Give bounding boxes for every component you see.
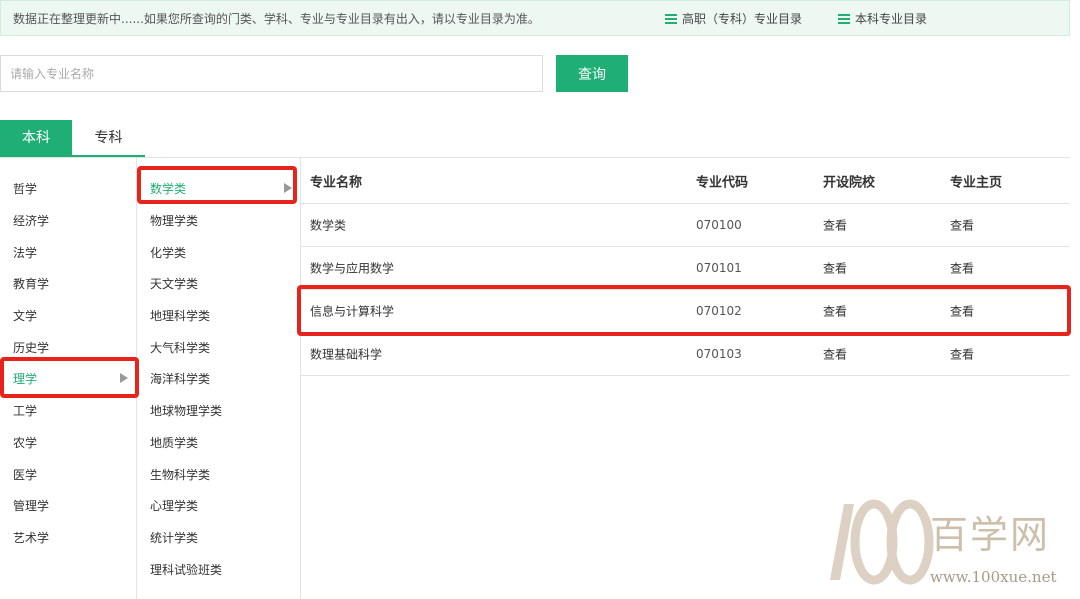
major-name: 数理基础科学 xyxy=(310,347,383,362)
highlight-box-subject xyxy=(137,166,297,204)
view-homepage-link[interactable]: 查看 xyxy=(950,346,974,363)
undergraduate-catalog-link[interactable]: 本科专业目录 xyxy=(838,10,927,27)
svg-text:百学网: 百学网 xyxy=(930,513,1050,557)
subject-item[interactable]: 生物科学类 xyxy=(150,466,210,483)
subject-item[interactable]: 心理学类 xyxy=(150,497,198,514)
discipline-item[interactable]: 法学 xyxy=(13,244,37,261)
view-homepage-link[interactable]: 查看 xyxy=(950,217,974,234)
subject-item[interactable]: 地理科学类 xyxy=(150,307,210,324)
table-row: 数学与应用数学 070101 查看 查看 xyxy=(301,247,1070,290)
subject-item[interactable]: 海洋科学类 xyxy=(150,370,210,387)
discipline-item[interactable]: 历史学 xyxy=(13,339,49,356)
vocational-catalog-label: 高职（专科）专业目录 xyxy=(682,12,803,26)
discipline-item[interactable]: 医学 xyxy=(13,466,37,483)
discipline-item[interactable]: 艺术学 xyxy=(13,529,49,546)
view-schools-link[interactable]: 查看 xyxy=(823,346,847,363)
subject-item[interactable]: 统计学类 xyxy=(150,529,198,546)
major-code: 070103 xyxy=(696,347,742,361)
list-icon xyxy=(665,14,677,24)
undergraduate-catalog-label: 本科专业目录 xyxy=(855,12,928,26)
discipline-item[interactable]: 教育学 xyxy=(13,275,49,292)
discipline-item[interactable]: 经济学 xyxy=(13,212,49,229)
subject-list: 数学类 物理学类 化学类 天文学类 地理科学类 大气科学类 海洋科学类 地球物理… xyxy=(137,158,301,599)
header-major-code: 专业代码 xyxy=(696,175,749,190)
table-row: 数理基础科学 070103 查看 查看 xyxy=(301,333,1070,376)
subject-item[interactable]: 化学类 xyxy=(150,244,186,261)
header-homepage: 专业主页 xyxy=(950,175,1003,190)
header-major-name: 专业名称 xyxy=(310,175,363,190)
table-header: 专业名称 专业代码 开设院校 专业主页 xyxy=(301,158,1070,204)
subject-item[interactable]: 理科试验班类 xyxy=(150,561,222,578)
subject-item[interactable]: 天文学类 xyxy=(150,275,198,292)
discipline-item[interactable]: 工学 xyxy=(13,402,37,419)
discipline-item[interactable]: 管理学 xyxy=(13,497,49,514)
highlight-box-discipline xyxy=(0,357,139,398)
watermark-logo: 百学网 www.100xue.net xyxy=(830,499,1056,586)
subject-item[interactable]: 地质学类 xyxy=(150,434,198,451)
discipline-item[interactable]: 哲学 xyxy=(13,180,37,197)
view-homepage-link[interactable]: 查看 xyxy=(950,260,974,277)
major-code: 070100 xyxy=(696,218,742,232)
search-input[interactable] xyxy=(0,55,543,92)
tab-undergraduate[interactable]: 本科 xyxy=(0,120,72,157)
table-row: 数学类 070100 查看 查看 xyxy=(301,204,1070,247)
search-button[interactable]: 查询 xyxy=(556,55,628,92)
major-code: 070101 xyxy=(696,261,742,275)
view-schools-link[interactable]: 查看 xyxy=(823,217,847,234)
subject-item[interactable]: 物理学类 xyxy=(150,212,198,229)
subject-item[interactable]: 地球物理学类 xyxy=(150,402,222,419)
svg-text:www.100xue.net: www.100xue.net xyxy=(930,568,1056,586)
subject-item[interactable]: 大气科学类 xyxy=(150,339,210,356)
major-name: 数学与应用数学 xyxy=(310,261,395,276)
notice-bar: 数据正在整理更新中......如果您所查询的门类、学科、专业与专业目录有出入，请… xyxy=(0,0,1070,36)
major-name: 数学类 xyxy=(310,218,347,233)
view-schools-link[interactable]: 查看 xyxy=(823,260,847,277)
discipline-item[interactable]: 农学 xyxy=(13,434,37,451)
tab-vocational[interactable]: 专科 xyxy=(72,120,145,157)
discipline-item[interactable]: 文学 xyxy=(13,307,37,324)
list-icon xyxy=(838,14,850,24)
vocational-catalog-link[interactable]: 高职（专科）专业目录 xyxy=(665,10,802,27)
notice-text: 数据正在整理更新中......如果您所查询的门类、学科、专业与专业目录有出入，请… xyxy=(13,12,540,26)
header-schools: 开设院校 xyxy=(823,175,876,190)
highlight-box-row xyxy=(297,285,1071,336)
